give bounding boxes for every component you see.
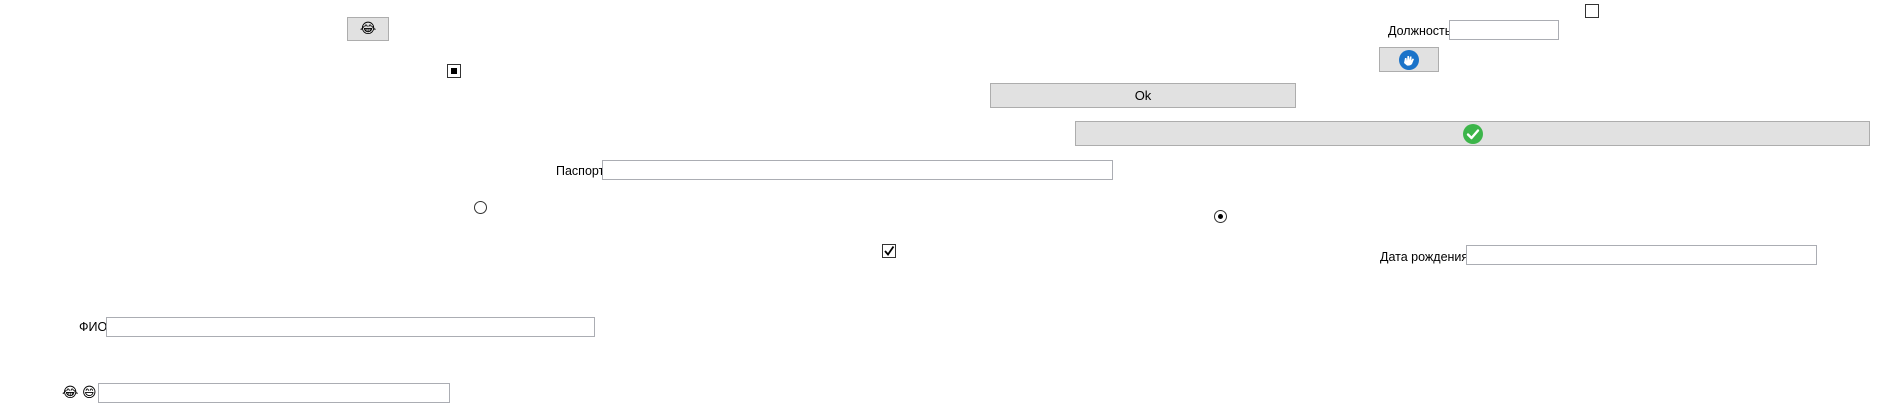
passport-label: Паспорт: [556, 164, 605, 178]
right-radio[interactable]: [1214, 210, 1227, 223]
green-check-circle-icon: [1462, 123, 1483, 144]
radio-dot: [1218, 214, 1223, 219]
left-radio[interactable]: [474, 201, 487, 214]
laughing-emoji-icon: 😂: [359, 21, 377, 37]
indeterminate-checkbox[interactable]: [447, 64, 461, 78]
indeterminate-mark: [451, 68, 457, 74]
position-label: Должность: [1388, 24, 1452, 38]
passport-field[interactable]: [602, 160, 1113, 180]
ok-button[interactable]: Ok: [990, 83, 1296, 108]
hand-icon-button[interactable]: [1379, 47, 1439, 72]
fio-label: ФИО: [79, 320, 108, 334]
fio-field[interactable]: [106, 317, 595, 337]
position-field[interactable]: [1449, 20, 1559, 40]
birth-date-field[interactable]: [1466, 245, 1817, 265]
smiling-emoji-icon: 😄: [82, 385, 97, 401]
confirm-button[interactable]: [1075, 121, 1870, 146]
laughing-emoji-icon: 😂: [62, 385, 79, 401]
checkmark-icon: [884, 245, 895, 256]
middle-checkbox[interactable]: [882, 244, 896, 258]
hand-wave-icon: [1399, 49, 1419, 70]
top-right-checkbox[interactable]: [1585, 4, 1599, 18]
birth-date-label: Дата рождения: [1380, 250, 1469, 264]
emoji-field[interactable]: [98, 383, 450, 403]
emoji-button[interactable]: 😂: [347, 17, 389, 41]
